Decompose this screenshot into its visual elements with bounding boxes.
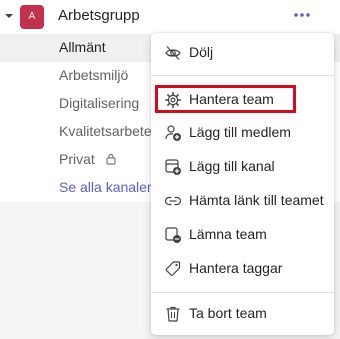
- eye-off-icon: [165, 46, 181, 60]
- highlight-annotation: [155, 85, 296, 113]
- trash-icon: [166, 306, 180, 322]
- menu-item-manage-tags[interactable]: Hantera taggar: [151, 253, 334, 285]
- team-header[interactable]: A Arbetsgrupp: [0, 0, 340, 34]
- menu-item-get-link[interactable]: Hämta länk till teamet: [151, 185, 334, 217]
- menu-divider: [151, 75, 334, 76]
- menu-divider: [151, 292, 334, 293]
- channel-label: Digitalisering: [59, 95, 140, 111]
- channel-label: Kvalitetsarbete: [59, 123, 152, 139]
- add-person-icon: [165, 125, 181, 141]
- leave-team-icon: [165, 227, 181, 243]
- see-all-channels-label: Se alla kanaler: [59, 179, 152, 195]
- menu-item-delete-team[interactable]: Ta bort team: [151, 298, 334, 330]
- menu-item-add-channel[interactable]: Lägg till kanal: [151, 151, 334, 183]
- channel-label: Privat: [59, 151, 95, 167]
- team-name[interactable]: Arbetsgrupp: [58, 7, 140, 24]
- link-icon: [164, 196, 182, 206]
- menu-item-label: Lämna team: [189, 226, 267, 242]
- menu-item-label: Hantera taggar: [189, 260, 283, 276]
- menu-item-label: Lägg till medlem: [189, 124, 291, 140]
- channel-label: Arbetsmiljö: [59, 67, 129, 83]
- menu-item-leave-team[interactable]: Lämna team: [151, 219, 334, 251]
- menu-item-label: Dölj: [189, 44, 214, 60]
- channel-label: Allmänt: [59, 39, 106, 55]
- add-channel-icon: [165, 159, 181, 175]
- menu-item-hide[interactable]: Dölj: [151, 37, 334, 69]
- more-options-icon[interactable]: [290, 8, 314, 22]
- menu-item-add-member[interactable]: Lägg till medlem: [151, 117, 334, 149]
- menu-item-label: Hämta länk till teamet: [189, 192, 324, 208]
- team-avatar: A: [20, 5, 44, 29]
- team-context-menu: Dölj Hantera team Lägg till medlem Lägg …: [151, 33, 334, 335]
- menu-item-label: Ta bort team: [189, 305, 267, 321]
- lock-icon: [106, 154, 116, 165]
- menu-item-label: Lägg till kanal: [189, 158, 275, 174]
- caret-down-icon[interactable]: [4, 11, 14, 21]
- tag-icon: [165, 261, 181, 276]
